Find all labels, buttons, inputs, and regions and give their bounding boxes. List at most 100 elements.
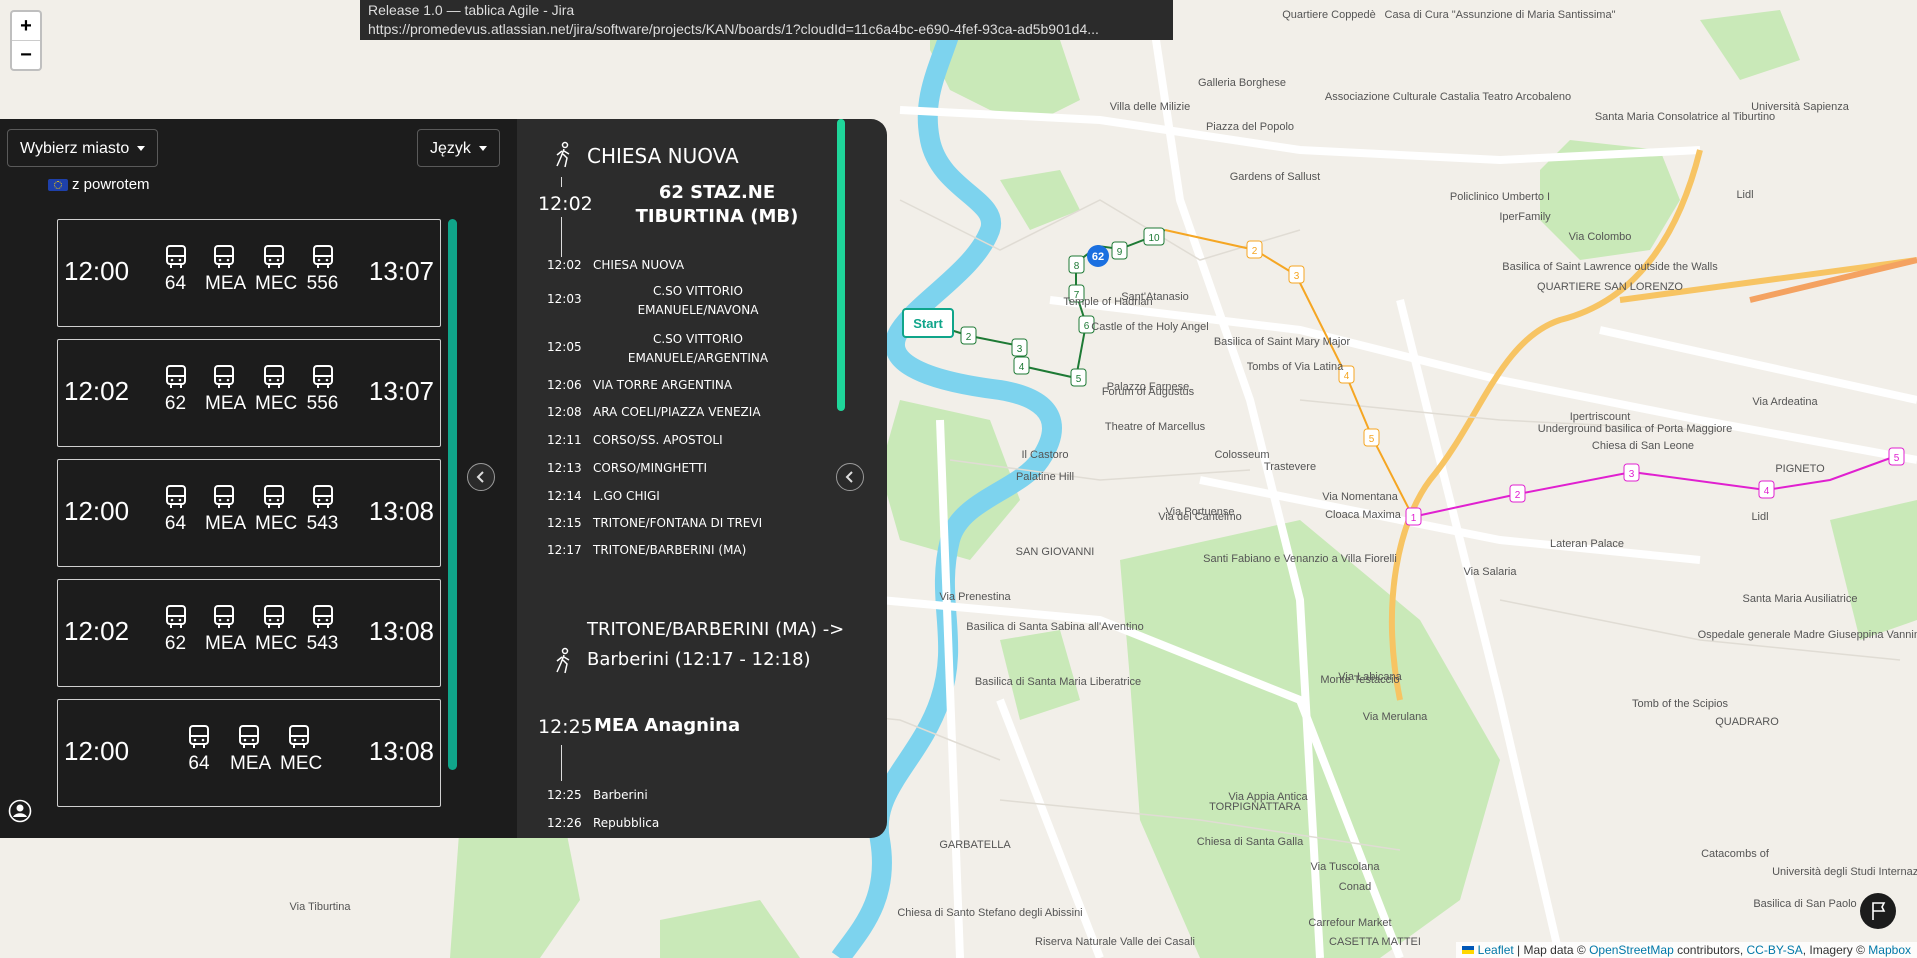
zoom-in-button[interactable]: + [12, 12, 40, 41]
stop-name: C.SO VITTORIO EMANUELE/NAVONA [637, 284, 759, 317]
user-icon[interactable] [8, 799, 32, 823]
line-number: MEC [280, 753, 323, 774]
leg1-departure-time: 12:02 [538, 193, 593, 215]
map-place-label: Galleria Borghese [1198, 77, 1286, 89]
timeline-divider [561, 745, 562, 781]
map-place-label: Basilica of Saint Mary Major [1214, 336, 1351, 348]
map-place-label: QUADRARO [1715, 716, 1779, 728]
bus-icon [165, 485, 186, 508]
route-list-scrollbar[interactable] [448, 219, 457, 770]
route-legs: 62 MEA MEC 556 [158, 364, 340, 415]
map-place-label: Basilica di Santa Maria Liberatrice [975, 676, 1141, 688]
map-place-label: Via Tiburtina [290, 901, 352, 913]
map-place-label: Tomb of the Scipios [1632, 698, 1728, 710]
map-place-label: Chiesa di Santo Stefano degli Abissini [897, 907, 1082, 919]
map-place-label: SAN GIOVANNI [1016, 546, 1095, 558]
route-option-card[interactable]: 12:00 64 MEA MEC 543 13:08 [57, 459, 441, 567]
arrival-time: 13:08 [368, 616, 434, 646]
stop-time: 12:17 [547, 543, 582, 557]
line-number: 556 [306, 273, 339, 294]
route-option-card[interactable]: 12:02 62 MEA MEC 543 13:08 [57, 579, 441, 687]
map-place-label: Trastevere [1264, 461, 1316, 473]
map-place-label: Basilica di San Paolo [1753, 898, 1856, 910]
language-select[interactable]: Język [417, 129, 500, 167]
map-place-label: Università degli Studi Internazionali di… [1772, 866, 1917, 878]
tooltip-title: Release 1.0 — tablica Agile - Jira [368, 2, 575, 18]
line-number: 62 [164, 393, 187, 414]
line-number: 543 [306, 633, 339, 654]
svg-text:1: 1 [1411, 513, 1417, 524]
line-number: 64 [188, 753, 210, 774]
bus-icon [239, 725, 259, 748]
map-place-label: Quartiere Coppedè [1282, 9, 1376, 21]
line-number: MEC [255, 393, 298, 414]
stop-name: C.SO VITTORIO EMANUELE/ARGENTINA [627, 332, 769, 365]
report-flag-button[interactable] [1860, 893, 1896, 929]
eu-flag-icon [48, 179, 68, 192]
line-number: MEC [255, 273, 298, 294]
city-select[interactable]: Wybierz miasto [7, 129, 159, 167]
svg-text:10: 10 [1148, 233, 1160, 244]
route-leg: MEC [255, 484, 297, 535]
planner-panel: Wybierz miasto Język z powrotem 12:00 64 M… [0, 119, 887, 838]
flag-icon [1872, 902, 1886, 920]
bus-icon [214, 245, 234, 268]
route-option-card[interactable]: 12:02 62 MEA MEC 556 13:07 [57, 339, 441, 447]
route-leg: 62 [158, 364, 193, 415]
collapse-middle-button[interactable] [836, 463, 864, 491]
bus-icon [214, 605, 234, 628]
bus-icon [289, 725, 309, 748]
bus-62-badge[interactable]: 62 [1087, 245, 1109, 267]
itinerary-panel: CHIESA NUOVA 12:02 62 STAZ.NE TIBURTINA … [517, 119, 887, 838]
map-place-label: Castle of the Holy Angel [1091, 321, 1208, 333]
mapbox-link[interactable]: Mapbox [1868, 943, 1911, 957]
stop-name: VIA TORRE ARGENTINA [593, 378, 733, 392]
map-place-label: Via Nomentana [1322, 491, 1399, 503]
stop-time: 12:05 [547, 340, 582, 354]
svg-text:4: 4 [1764, 486, 1770, 497]
route-leg: MEA [205, 364, 246, 415]
route-leg: MEA [205, 244, 246, 295]
route-option-card[interactable]: 12:00 64 MEA MEC 13:08 [57, 699, 441, 807]
cc-by-sa-link[interactable]: CC-BY-SA [1747, 943, 1803, 957]
itinerary-scrollbar[interactable] [837, 119, 845, 411]
svg-text:6: 6 [1084, 321, 1090, 332]
bus-icon [312, 605, 333, 628]
zoom-out-button[interactable]: − [12, 41, 40, 69]
stop-name: Repubblica [593, 816, 660, 830]
bus-icon [189, 725, 209, 748]
map-place-label: GARBATELLA [939, 839, 1011, 851]
leg2-departure-time: 12:25 [538, 716, 593, 738]
start-marker[interactable]: Start [902, 308, 954, 338]
bus-icon [264, 485, 284, 508]
map-place-label: Ipertriscount [1570, 411, 1631, 423]
map-place-label: Villa delle Milizie [1110, 101, 1191, 113]
bus-icon [165, 365, 186, 388]
map-place-label: Lidl [1736, 189, 1753, 201]
map-place-label: Carrefour Market [1308, 917, 1391, 929]
arrival-time: 13:07 [368, 256, 434, 286]
map-place-label: Chiesa di Santa Galla [1197, 836, 1304, 848]
return-toggle[interactable]: z powrotem [48, 176, 150, 193]
map-place-label: Via Prenestina [939, 591, 1011, 603]
map-place-label: Cloaca Maxima [1325, 509, 1402, 521]
departure-time: 12:00 [64, 736, 130, 766]
chevron-down-icon [478, 146, 487, 152]
osm-link[interactable]: OpenStreetMap [1589, 943, 1674, 957]
line-number: MEA [205, 513, 247, 534]
leaflet-link[interactable]: Leaflet [1478, 943, 1514, 957]
route-legs: 64 MEA MEC 543 [158, 484, 340, 535]
route-option-card[interactable]: 12:00 64 MEA MEC 556 13:07 [57, 219, 441, 327]
svg-text:3: 3 [1017, 344, 1023, 355]
bus-icon [264, 605, 284, 628]
bus-icon [312, 485, 333, 508]
svg-text:2: 2 [1515, 490, 1521, 501]
map-place-label: Via Tuscolana [1311, 861, 1381, 873]
chevron-left-icon [845, 471, 853, 483]
chevron-left-icon [476, 471, 484, 483]
bus-icon [165, 245, 186, 268]
stop-time: 12:03 [547, 292, 582, 306]
collapse-left-button[interactable] [467, 463, 495, 491]
route-legs: 64 MEA MEC 556 [158, 244, 340, 295]
map-place-label: Lidl [1751, 511, 1768, 523]
